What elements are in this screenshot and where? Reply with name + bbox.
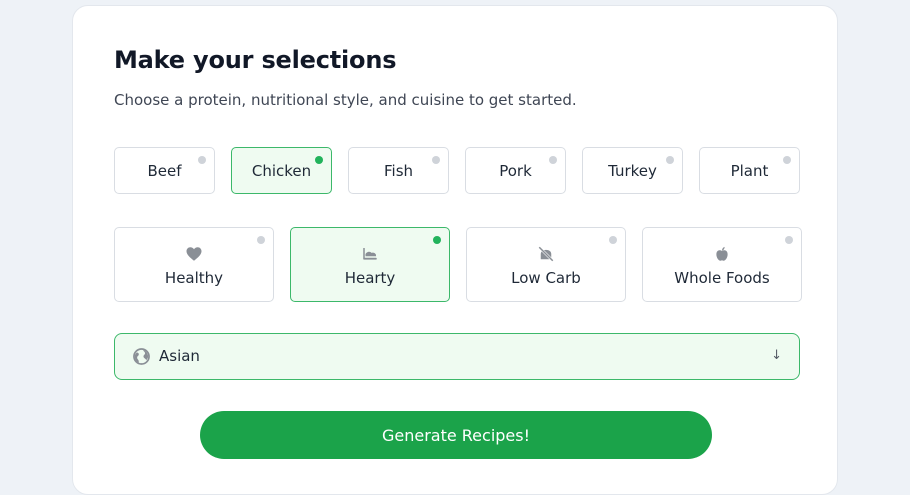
protein-label: Plant: [730, 161, 769, 180]
style-label: Low Carb: [511, 269, 581, 287]
selection-indicator: [609, 236, 617, 244]
protein-option-chicken[interactable]: Chicken: [231, 147, 332, 194]
selection-indicator: [783, 156, 791, 164]
selection-indicator: [549, 156, 557, 164]
style-option-whole-foods[interactable]: Whole Foods: [642, 227, 802, 302]
protein-label: Pork: [499, 161, 532, 180]
protein-option-turkey[interactable]: Turkey: [582, 147, 683, 194]
protein-label: Chicken: [251, 161, 312, 180]
protein-option-plant[interactable]: Plant: [699, 147, 800, 194]
protein-label: Turkey: [608, 161, 657, 180]
heart-icon: [186, 247, 202, 261]
selection-indicator: [198, 156, 206, 164]
protein-option-beef[interactable]: Beef: [114, 147, 215, 194]
style-option-healthy[interactable]: Healthy: [114, 227, 274, 302]
no-bread-icon: [538, 246, 554, 262]
style-option-low-carb[interactable]: Low Carb: [466, 227, 626, 302]
nutrition-style-options: Healthy Hearty Low Carb Whole Foods: [114, 227, 802, 302]
globe-icon: [133, 348, 150, 365]
selection-indicator: [433, 236, 441, 244]
style-label: Hearty: [344, 269, 396, 287]
dropdown-arrow-icon: ↓: [771, 348, 782, 363]
selection-indicator: [785, 236, 793, 244]
selection-indicator: [432, 156, 440, 164]
generate-recipes-button[interactable]: Generate Recipes!: [200, 411, 712, 459]
page-subtitle: Choose a protein, nutritional style, and…: [114, 91, 577, 109]
style-label: Whole Foods: [674, 269, 770, 287]
selection-card: Make your selections Choose a protein, n…: [72, 5, 838, 495]
protein-label: Beef: [147, 161, 182, 180]
cuisine-select[interactable]: Asian ↓: [114, 333, 800, 380]
style-label: Healthy: [164, 269, 224, 287]
protein-option-pork[interactable]: Pork: [465, 147, 566, 194]
selection-indicator: [257, 236, 265, 244]
selection-indicator: [666, 156, 674, 164]
cuisine-value: Asian: [159, 347, 200, 365]
apple-icon: [716, 246, 728, 261]
protein-label: Fish: [383, 161, 414, 180]
hearty-meal-icon: [363, 248, 377, 260]
page-title: Make your selections: [114, 46, 397, 74]
protein-options: Beef Chicken Fish Pork Turkey Plant: [114, 147, 800, 194]
style-option-hearty[interactable]: Hearty: [290, 227, 450, 302]
selection-indicator: [315, 156, 323, 164]
protein-option-fish[interactable]: Fish: [348, 147, 449, 194]
